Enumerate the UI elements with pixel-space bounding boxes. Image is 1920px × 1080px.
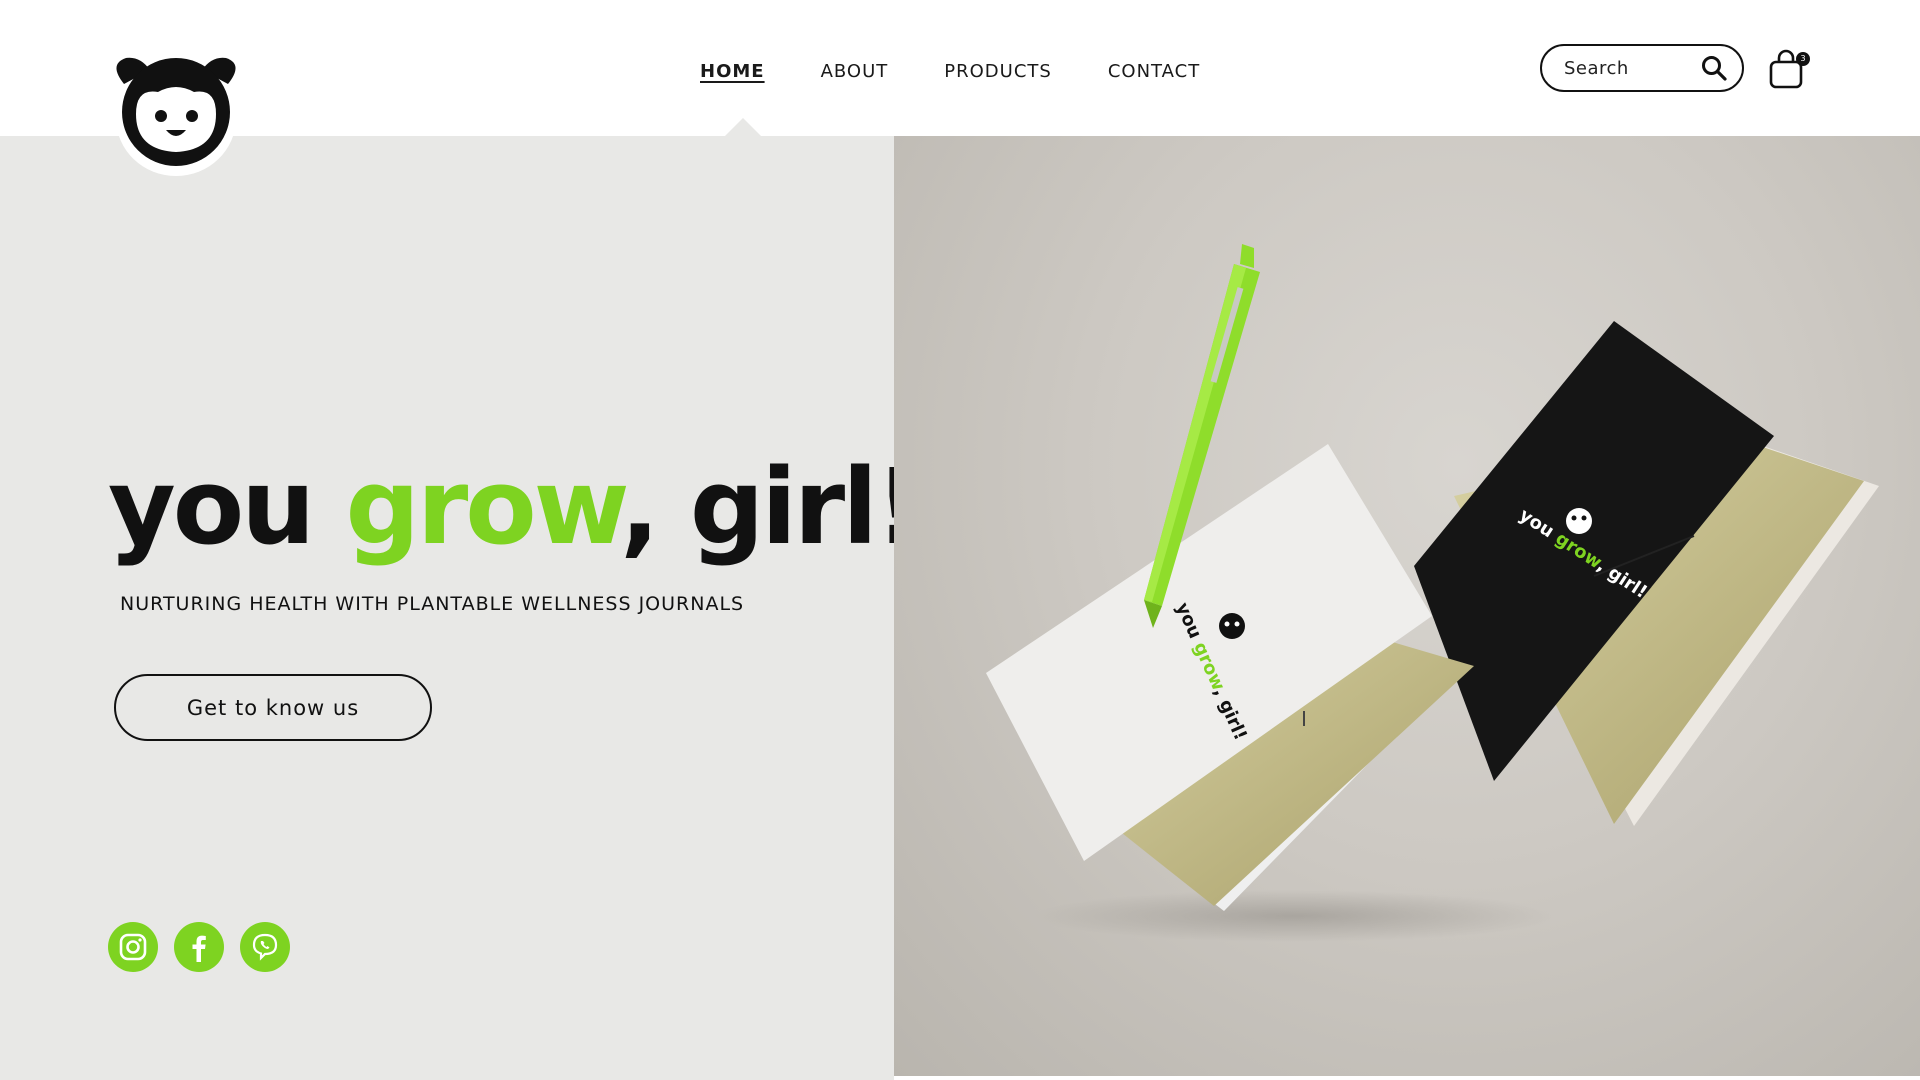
cart-count-badge: 3 <box>1796 52 1810 66</box>
facebook-link[interactable] <box>174 922 224 972</box>
site-header: HOME ABOUT PRODUCTS CONTACT 3 <box>0 0 1920 136</box>
nav-item-contact[interactable]: CONTACT <box>1108 56 1200 88</box>
search-input[interactable] <box>1564 57 1694 79</box>
search-icon[interactable] <box>1700 54 1728 82</box>
main-nav: HOME ABOUT PRODUCTS CONTACT <box>700 56 1200 88</box>
search-box[interactable] <box>1540 44 1744 92</box>
get-to-know-us-button[interactable]: Get to know us <box>114 674 432 741</box>
hero-title-green: grow <box>345 446 624 568</box>
nav-item-home[interactable]: HOME <box>700 56 765 88</box>
girl-face-logo-icon[interactable] <box>106 52 246 176</box>
journals-illustration: you grow, girl! you grow, girl! <box>986 244 1879 942</box>
nav-item-about[interactable]: ABOUT <box>821 56 889 88</box>
hero-subtitle: NURTURING HEALTH WITH PLANTABLE WELLNESS… <box>120 593 745 615</box>
social-links <box>108 922 290 972</box>
white-journal: you grow, girl! <box>986 444 1474 911</box>
viber-icon <box>252 933 278 961</box>
hero-title-part1: you <box>108 446 346 568</box>
cart-button[interactable]: 3 <box>1768 48 1810 90</box>
viber-link[interactable] <box>240 922 290 972</box>
hero-title: you grow, girl! <box>108 455 922 559</box>
black-journal: you grow, girl! <box>1414 321 1879 826</box>
hero-product-image: you grow, girl! you grow, girl! <box>894 136 1920 1076</box>
active-nav-pointer <box>725 118 761 136</box>
facebook-icon <box>192 935 206 962</box>
instagram-icon <box>119 933 147 961</box>
hero-title-part2: , girl! <box>620 446 922 568</box>
nav-item-products[interactable]: PRODUCTS <box>944 56 1052 88</box>
instagram-link[interactable] <box>108 922 158 972</box>
